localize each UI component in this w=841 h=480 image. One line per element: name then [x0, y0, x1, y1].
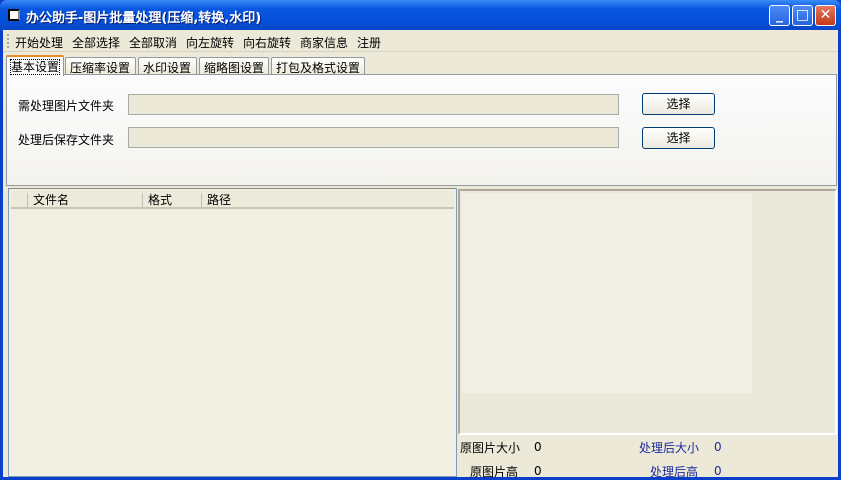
menu-register[interactable]: 注册 — [357, 34, 381, 51]
tab-watermark[interactable]: 水印设置 — [138, 57, 197, 75]
toolbar: 开始处理 全部选择 全部取消 向左旋转 向右旋转 商家信息 注册 — [3, 30, 838, 52]
choose-output-button[interactable]: 选择 — [642, 127, 715, 149]
orig-height-value: 0 — [534, 464, 542, 478]
tab-thumbnail[interactable]: 缩略图设置 — [199, 57, 269, 75]
tab-compression[interactable]: 压缩率设置 — [65, 57, 136, 75]
output-folder-input[interactable] — [128, 127, 619, 148]
minimize-button[interactable]: _ — [769, 5, 790, 26]
menu-rotate-left[interactable]: 向左旋转 — [186, 34, 234, 51]
column-filename[interactable]: 文件名 — [27, 193, 141, 207]
menu-deselect-all[interactable]: 全部取消 — [129, 34, 177, 51]
menu-vendor-info[interactable]: 商家信息 — [300, 34, 348, 51]
source-folder-label: 需处理图片文件夹 — [18, 99, 115, 113]
orig-height-label: 原图片高 — [470, 465, 519, 479]
main-window: 开始处理 全部选择 全部取消 向左旋转 向右旋转 商家信息 注册 基本设置 压缩… — [3, 30, 838, 479]
basic-settings-panel: 需处理图片文件夹 选择 处理后保存文件夹 选择 — [6, 74, 837, 186]
tab-packaging[interactable]: 打包及格式设置 — [271, 57, 365, 75]
preview-image — [462, 193, 752, 393]
image-preview — [458, 189, 837, 435]
new-size-label: 处理后大小 — [639, 441, 700, 455]
menu-rotate-right[interactable]: 向右旋转 — [243, 34, 291, 51]
maximize-button[interactable]: □ — [792, 5, 813, 26]
new-size-value: 0 — [714, 440, 722, 454]
title-bar[interactable]: 办公助手-图片批量处理(压缩,转换,水印) _ □ ✕ — [0, 0, 841, 30]
file-list[interactable]: 文件名 格式 路径 — [8, 188, 457, 477]
window-title: 办公助手-图片批量处理(压缩,转换,水印) — [26, 11, 262, 26]
tab-basic[interactable]: 基本设置 — [6, 55, 64, 76]
choose-source-button[interactable]: 选择 — [642, 93, 715, 115]
list-header: 文件名 格式 路径 — [11, 191, 454, 209]
new-height-value: 0 — [714, 464, 722, 478]
column-format[interactable]: 格式 — [142, 193, 200, 207]
new-height-label: 处理后高 — [650, 465, 699, 479]
source-folder-input[interactable] — [128, 94, 619, 115]
close-button[interactable]: ✕ — [815, 5, 836, 26]
menu-select-all[interactable]: 全部选择 — [72, 34, 120, 51]
app-icon — [8, 9, 20, 21]
orig-size-value: 0 — [534, 440, 542, 454]
orig-size-label: 原图片大小 — [460, 441, 521, 455]
tab-label: 基本设置 — [9, 59, 61, 75]
column-path[interactable]: 路径 — [201, 193, 451, 207]
menu-start[interactable]: 开始处理 — [15, 34, 63, 51]
output-folder-label: 处理后保存文件夹 — [18, 133, 115, 147]
toolbar-grip[interactable] — [7, 34, 9, 48]
